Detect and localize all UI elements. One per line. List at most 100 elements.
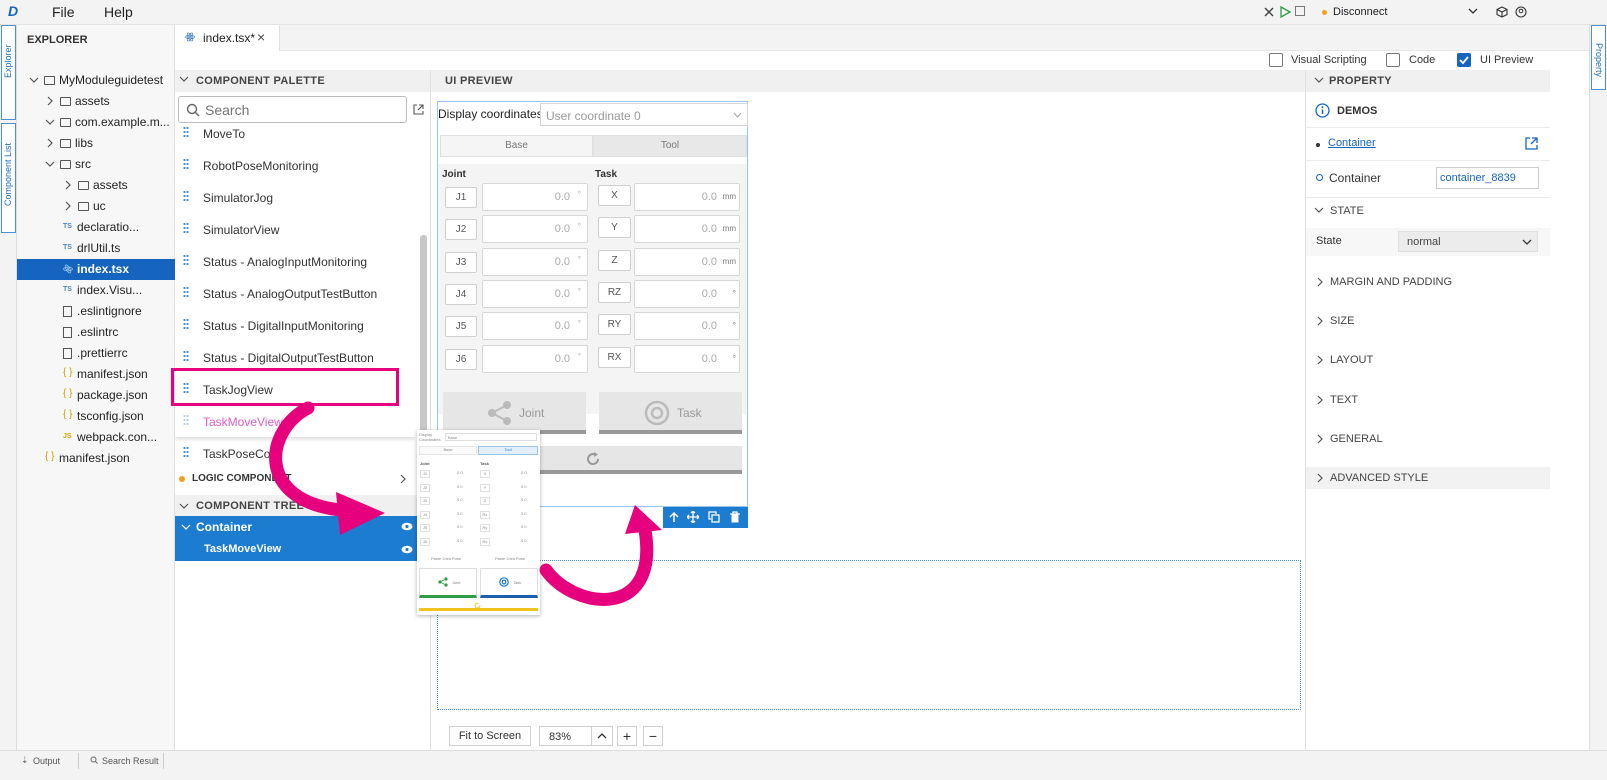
cube-icon[interactable] xyxy=(1496,6,1508,18)
zoom-field[interactable]: 83% xyxy=(539,726,613,746)
explorer-item[interactable]: JS webpack.con... xyxy=(17,427,175,448)
chevron-right-icon[interactable] xyxy=(63,201,73,211)
chevron-down-icon[interactable] xyxy=(45,117,55,127)
drag-handle-icon[interactable] xyxy=(183,222,189,233)
joint-key-button[interactable]: J3 xyxy=(445,251,477,273)
palette-item[interactable]: Status - AnalogOutputTestButton xyxy=(175,277,415,309)
task-value-field[interactable]: 0.0 mm xyxy=(634,215,740,244)
joint-key-button[interactable]: J4 xyxy=(445,283,477,305)
explorer-item[interactable]: assets xyxy=(17,91,175,112)
user-icon[interactable] xyxy=(1515,6,1527,18)
joint-value-field[interactable]: 0.0 ° xyxy=(482,344,588,373)
property-section[interactable]: ADVANCED STYLE xyxy=(1306,467,1550,489)
joint-key-button[interactable]: J5 xyxy=(445,316,477,338)
component-list-rail-tab[interactable]: Component List xyxy=(1,123,16,233)
tab-tool[interactable]: Tool xyxy=(593,135,747,157)
property-section[interactable]: MARGIN AND PADDING xyxy=(1306,271,1550,293)
task-value-field[interactable]: 0.0 ° xyxy=(634,312,740,341)
chevron-right-icon[interactable] xyxy=(45,96,55,106)
explorer-item[interactable]: assets xyxy=(17,175,175,196)
task-value-field[interactable]: 0.0 mm xyxy=(634,247,740,276)
explorer-item[interactable]: MyModuleguidetest xyxy=(17,70,175,91)
zoom-in-button[interactable]: + xyxy=(617,726,637,746)
chevron-right-icon[interactable] xyxy=(63,180,73,190)
drag-handle-icon[interactable] xyxy=(183,318,189,329)
state-select[interactable]: normal xyxy=(1398,231,1538,252)
explorer-item[interactable]: { } package.json xyxy=(17,385,175,406)
tab-index-tsx[interactable]: index.tsx* × xyxy=(175,25,280,51)
tab-base[interactable]: Base xyxy=(440,135,593,157)
explorer-item[interactable]: libs xyxy=(17,133,175,154)
search-input[interactable] xyxy=(205,100,400,119)
zoom-out-button[interactable]: − xyxy=(643,726,663,746)
explorer-item[interactable]: { } tsconfig.json xyxy=(17,406,175,427)
palette-item[interactable]: RobotPoseMonitoring xyxy=(175,149,415,181)
joint-value-field[interactable]: 0.0 ° xyxy=(482,312,588,341)
external-link-icon[interactable] xyxy=(413,104,424,115)
drag-handle-icon[interactable] xyxy=(183,286,189,297)
explorer-item[interactable]: src xyxy=(17,154,175,175)
explorer-item[interactable]: index.tsx xyxy=(17,259,175,280)
task-key-button[interactable]: RX xyxy=(598,346,631,368)
palette-header[interactable]: COMPONENT PALETTE xyxy=(175,70,430,92)
explorer-item[interactable]: .prettierrc xyxy=(17,343,175,364)
eye-icon[interactable] xyxy=(401,545,413,554)
drag-handle-icon[interactable] xyxy=(183,446,189,457)
explorer-item[interactable]: { } manifest.json xyxy=(17,364,175,385)
drag-handle-icon[interactable] xyxy=(183,190,189,201)
joint-value-field[interactable]: 0.0 ° xyxy=(482,247,588,276)
property-section[interactable]: LAYOUT xyxy=(1306,349,1550,371)
palette-scrollbar[interactable] xyxy=(420,235,427,450)
task-value-field[interactable]: 0.0 ° xyxy=(634,344,740,373)
fit-to-screen-button[interactable]: Fit to Screen xyxy=(449,726,531,746)
run-icon[interactable] xyxy=(1279,6,1291,18)
property-section[interactable]: SIZE xyxy=(1306,310,1550,332)
task-value-field[interactable]: 0.0 mm xyxy=(634,183,740,211)
drag-handle-icon[interactable] xyxy=(183,414,189,425)
explorer-item[interactable]: TS declaratio... xyxy=(17,217,175,238)
visual-scripting-checkbox[interactable] xyxy=(1269,53,1283,67)
menu-help[interactable]: Help xyxy=(104,4,133,20)
property-section[interactable]: TEXT xyxy=(1306,389,1550,411)
joint-value-field[interactable]: 0.0 ° xyxy=(482,279,588,308)
code-checkbox[interactable] xyxy=(1386,53,1400,67)
joint-value-field[interactable]: 0.0 ° xyxy=(482,215,588,244)
property-header[interactable]: PROPERTY xyxy=(1306,70,1550,92)
menu-file[interactable]: File xyxy=(52,4,75,20)
drag-handle-icon[interactable] xyxy=(183,254,189,265)
container-link[interactable]: Container xyxy=(1328,137,1376,149)
palette-item[interactable]: Status - DigitalInputMonitoring xyxy=(175,309,415,341)
close-icon[interactable]: × xyxy=(257,29,265,45)
palette-item[interactable]: SimulatorJog xyxy=(175,181,415,213)
move-icon[interactable] xyxy=(687,511,699,523)
external-link-icon[interactable] xyxy=(1525,137,1538,150)
chevron-down-icon[interactable] xyxy=(1468,6,1478,16)
joint-key-button[interactable]: J1 xyxy=(445,187,477,208)
state-section-title[interactable]: STATE xyxy=(1330,205,1364,217)
explorer-item[interactable]: .eslintignore xyxy=(17,301,175,322)
chevron-right-icon[interactable] xyxy=(45,138,55,148)
task-key-button[interactable]: RY xyxy=(598,314,631,336)
copy-icon[interactable] xyxy=(708,511,720,523)
drag-handle-icon[interactable] xyxy=(183,158,189,169)
chevron-down-icon[interactable] xyxy=(1314,205,1324,215)
palette-item[interactable]: Status - AnalogInputMonitoring xyxy=(175,245,415,277)
task-key-button[interactable]: X xyxy=(598,185,631,206)
stop-icon[interactable] xyxy=(1295,6,1305,16)
container-id-field[interactable]: container_8839 xyxy=(1436,167,1539,189)
jog-task-button[interactable]: Task xyxy=(599,392,742,434)
chevron-down-icon[interactable] xyxy=(45,159,55,169)
joint-key-button[interactable]: J2 xyxy=(445,219,477,241)
explorer-item[interactable]: com.example.m... xyxy=(17,112,175,133)
task-key-button[interactable]: Y xyxy=(598,217,631,239)
tools-icon[interactable] xyxy=(1263,6,1275,18)
eye-icon[interactable] xyxy=(401,522,413,531)
joint-value-field[interactable]: 0.0 ° xyxy=(482,183,588,211)
palette-item[interactable]: MoveTo xyxy=(175,118,415,149)
explorer-item[interactable]: uc xyxy=(17,196,175,217)
tree-node-taskmoveview[interactable]: TaskMoveView xyxy=(175,538,420,561)
zoom-up-icon[interactable] xyxy=(597,732,607,740)
delete-icon[interactable] xyxy=(729,511,741,523)
property-rail-tab[interactable]: Property xyxy=(1591,25,1606,90)
task-key-button[interactable]: Z xyxy=(598,249,631,271)
